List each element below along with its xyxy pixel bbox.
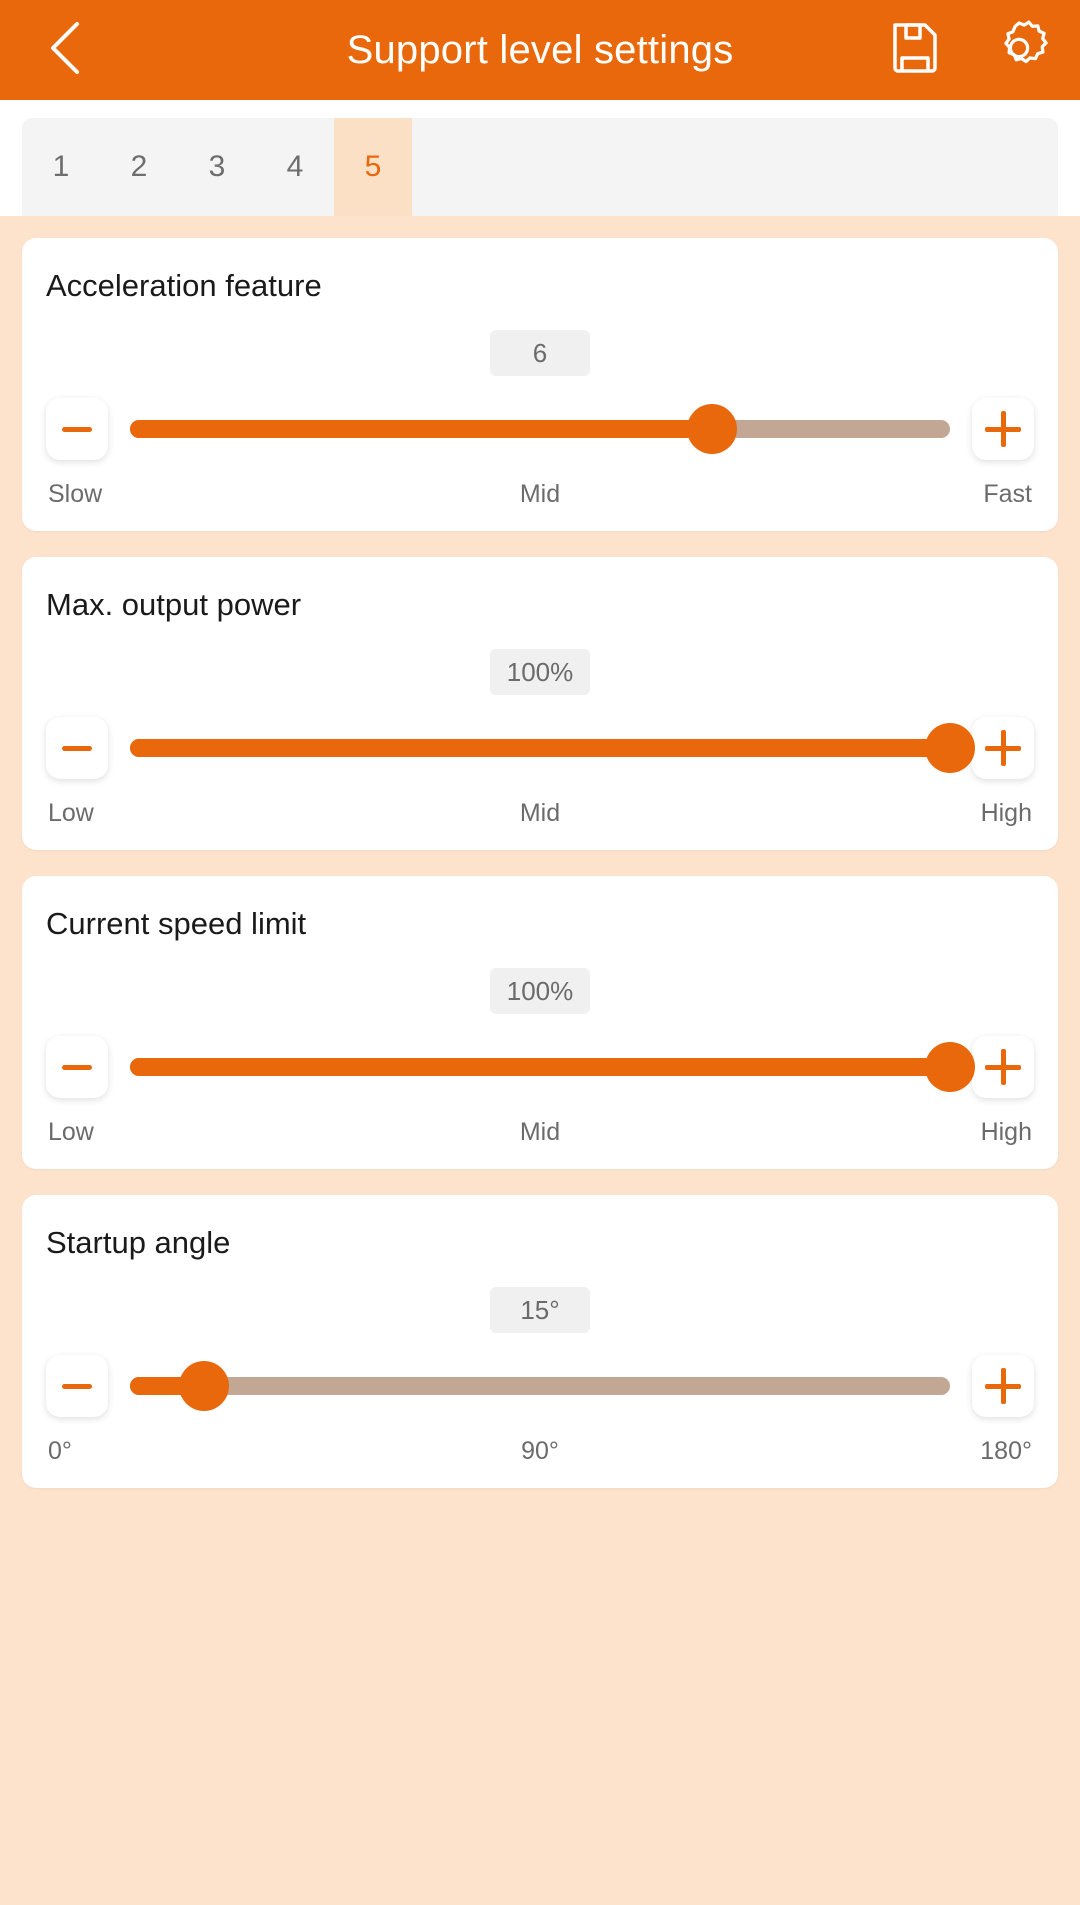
range-max-label: High — [980, 1118, 1032, 1146]
range-max-label: Fast — [983, 480, 1032, 508]
minus-icon — [62, 745, 92, 751]
minus-icon — [62, 1064, 92, 1070]
plus-icon — [985, 1049, 1021, 1085]
slider-thumb[interactable] — [687, 404, 738, 454]
setting-value-chip: 15° — [490, 1287, 590, 1333]
level-tabbar: 1 2 3 4 5 — [22, 118, 1058, 216]
settings-list: Acceleration feature 6 Slow Mid Fast Max… — [0, 216, 1080, 1905]
range-max-label: High — [980, 799, 1032, 827]
setting-slider[interactable] — [130, 1036, 975, 1098]
range-min-label: Slow — [48, 480, 103, 508]
range-max-label: 180° — [980, 1437, 1032, 1465]
increase-button[interactable] — [972, 1036, 1034, 1098]
decrease-button[interactable] — [46, 1355, 108, 1417]
range-mid-label: 90° — [521, 1437, 559, 1465]
setting-value-row: 6 — [46, 330, 1034, 376]
setting-slider-row — [46, 717, 1034, 779]
setting-card-current-speed-limit: Current speed limit 100% Low Mid High — [22, 876, 1058, 1169]
range-mid-label: Mid — [519, 799, 561, 827]
save-icon-button[interactable] — [884, 19, 946, 81]
tabbar-filler — [412, 118, 1058, 216]
setting-range-labels: Low Mid High — [46, 799, 1034, 828]
setting-range-labels: Slow Mid Fast — [46, 480, 1034, 509]
decrease-button[interactable] — [46, 1036, 108, 1098]
setting-slider[interactable] — [130, 717, 975, 779]
chevron-left-icon — [45, 20, 85, 81]
range-min-label: Low — [48, 799, 94, 827]
setting-range-labels: Low Mid High — [46, 1118, 1034, 1147]
setting-value-row: 15° — [46, 1287, 1034, 1333]
setting-title: Acceleration feature — [46, 268, 322, 303]
tab-level-3[interactable]: 3 — [178, 118, 256, 216]
setting-title: Max. output power — [46, 587, 302, 622]
setting-card-max-output-power: Max. output power 100% Low Mid High — [22, 557, 1058, 850]
setting-slider-row — [46, 398, 1034, 460]
tab-level-5[interactable]: 5 — [334, 118, 412, 216]
setting-slider-row — [46, 1355, 1034, 1417]
range-mid-label: Mid — [519, 1118, 561, 1146]
setting-value-chip: 6 — [490, 330, 590, 376]
slider-thumb[interactable] — [925, 723, 975, 773]
setting-value-row: 100% — [46, 968, 1034, 1014]
setting-range-labels: 0° 90° 180° — [46, 1437, 1034, 1466]
tab-level-1[interactable]: 1 — [22, 118, 100, 216]
floppy-disk-icon — [889, 20, 941, 81]
setting-value-chip: 100% — [490, 649, 590, 695]
app-header: Support level settings — [0, 0, 1080, 100]
gear-icon — [990, 19, 1048, 82]
setting-title: Current speed limit — [46, 906, 307, 941]
tab-level-4[interactable]: 4 — [256, 118, 334, 216]
minus-icon — [62, 426, 92, 432]
slider-track-fill — [130, 1058, 950, 1076]
slider-track-fill — [130, 420, 713, 438]
header-actions — [884, 19, 1050, 81]
decrease-button[interactable] — [46, 717, 108, 779]
range-min-label: 0° — [48, 1437, 72, 1465]
level-tabbar-container: 1 2 3 4 5 — [0, 100, 1080, 216]
plus-icon — [985, 730, 1021, 766]
setting-value-row: 100% — [46, 649, 1034, 695]
setting-slider[interactable] — [130, 398, 950, 460]
increase-button[interactable] — [972, 398, 1034, 460]
slider-thumb[interactable] — [178, 1361, 229, 1411]
setting-title: Startup angle — [46, 1225, 231, 1260]
decrease-button[interactable] — [46, 398, 108, 460]
setting-card-acceleration-feature: Acceleration feature 6 Slow Mid Fast — [22, 238, 1058, 531]
range-mid-label: Mid — [519, 480, 561, 508]
increase-button[interactable] — [972, 717, 1034, 779]
minus-icon — [62, 1383, 92, 1389]
range-min-label: Low — [48, 1118, 94, 1146]
increase-button[interactable] — [972, 1355, 1034, 1417]
tab-level-2[interactable]: 2 — [100, 118, 178, 216]
setting-value-chip: 100% — [490, 968, 590, 1014]
slider-thumb[interactable] — [925, 1042, 975, 1092]
slider-track-fill — [130, 739, 950, 757]
plus-icon — [985, 1368, 1021, 1404]
plus-icon — [985, 411, 1021, 447]
slider-track — [130, 1377, 950, 1395]
setting-slider[interactable] — [130, 1355, 950, 1417]
settings-icon-button[interactable] — [988, 19, 1050, 81]
back-button[interactable] — [30, 15, 100, 85]
setting-slider-row — [46, 1036, 1034, 1098]
setting-card-startup-angle: Startup angle 15° 0° 90° 180° — [22, 1195, 1058, 1488]
